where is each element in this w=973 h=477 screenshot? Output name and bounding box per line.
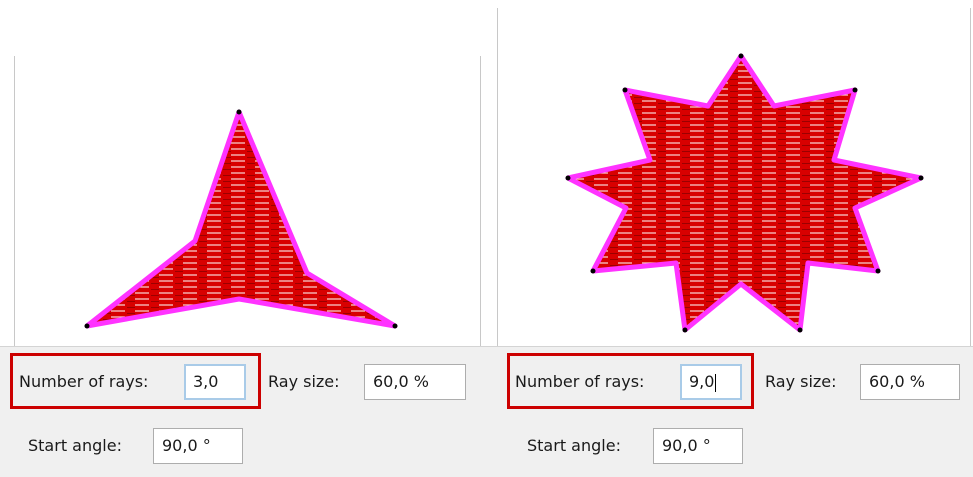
star-shape-9-rays <box>565 53 924 333</box>
design-canvas[interactable] <box>14 56 481 346</box>
shape-properties: Number of rays: 9,0 Ray size: 60,0 % Sta… <box>487 346 973 477</box>
star-panel-9-rays: Number of rays: 9,0 Ray size: 60,0 % Sta… <box>487 0 973 477</box>
ray-size-label: Ray size: <box>268 372 340 391</box>
design-canvas[interactable] <box>497 8 971 346</box>
rays-label: Number of rays: <box>515 372 645 391</box>
text-caret <box>715 373 717 392</box>
rays-input[interactable]: 9,0 <box>680 364 742 400</box>
rays-value: 3,0 <box>193 372 219 391</box>
star-shape-3-rays <box>84 109 398 329</box>
rays-value: 9,0 <box>689 372 715 391</box>
star-panel-3-rays: Number of rays: 3,0 Ray size: 60,0 % Sta… <box>0 0 487 477</box>
ray-size-input[interactable]: 60,0 % <box>364 364 466 400</box>
start-angle-value: 90,0 ° <box>662 436 711 455</box>
ray-size-value: 60,0 % <box>373 372 429 391</box>
ray-size-input[interactable]: 60,0 % <box>860 364 960 400</box>
start-angle-value: 90,0 ° <box>162 436 211 455</box>
rays-input[interactable]: 3,0 <box>184 364 246 400</box>
start-angle-label: Start angle: <box>28 436 122 455</box>
shape-properties: Number of rays: 3,0 Ray size: 60,0 % Sta… <box>0 346 487 477</box>
start-angle-input[interactable]: 90,0 ° <box>153 428 243 464</box>
rays-label: Number of rays: <box>19 372 149 391</box>
start-angle-input[interactable]: 90,0 ° <box>653 428 743 464</box>
start-angle-label: Start angle: <box>527 436 621 455</box>
ray-size-label: Ray size: <box>765 372 837 391</box>
ray-size-value: 60,0 % <box>869 372 925 391</box>
